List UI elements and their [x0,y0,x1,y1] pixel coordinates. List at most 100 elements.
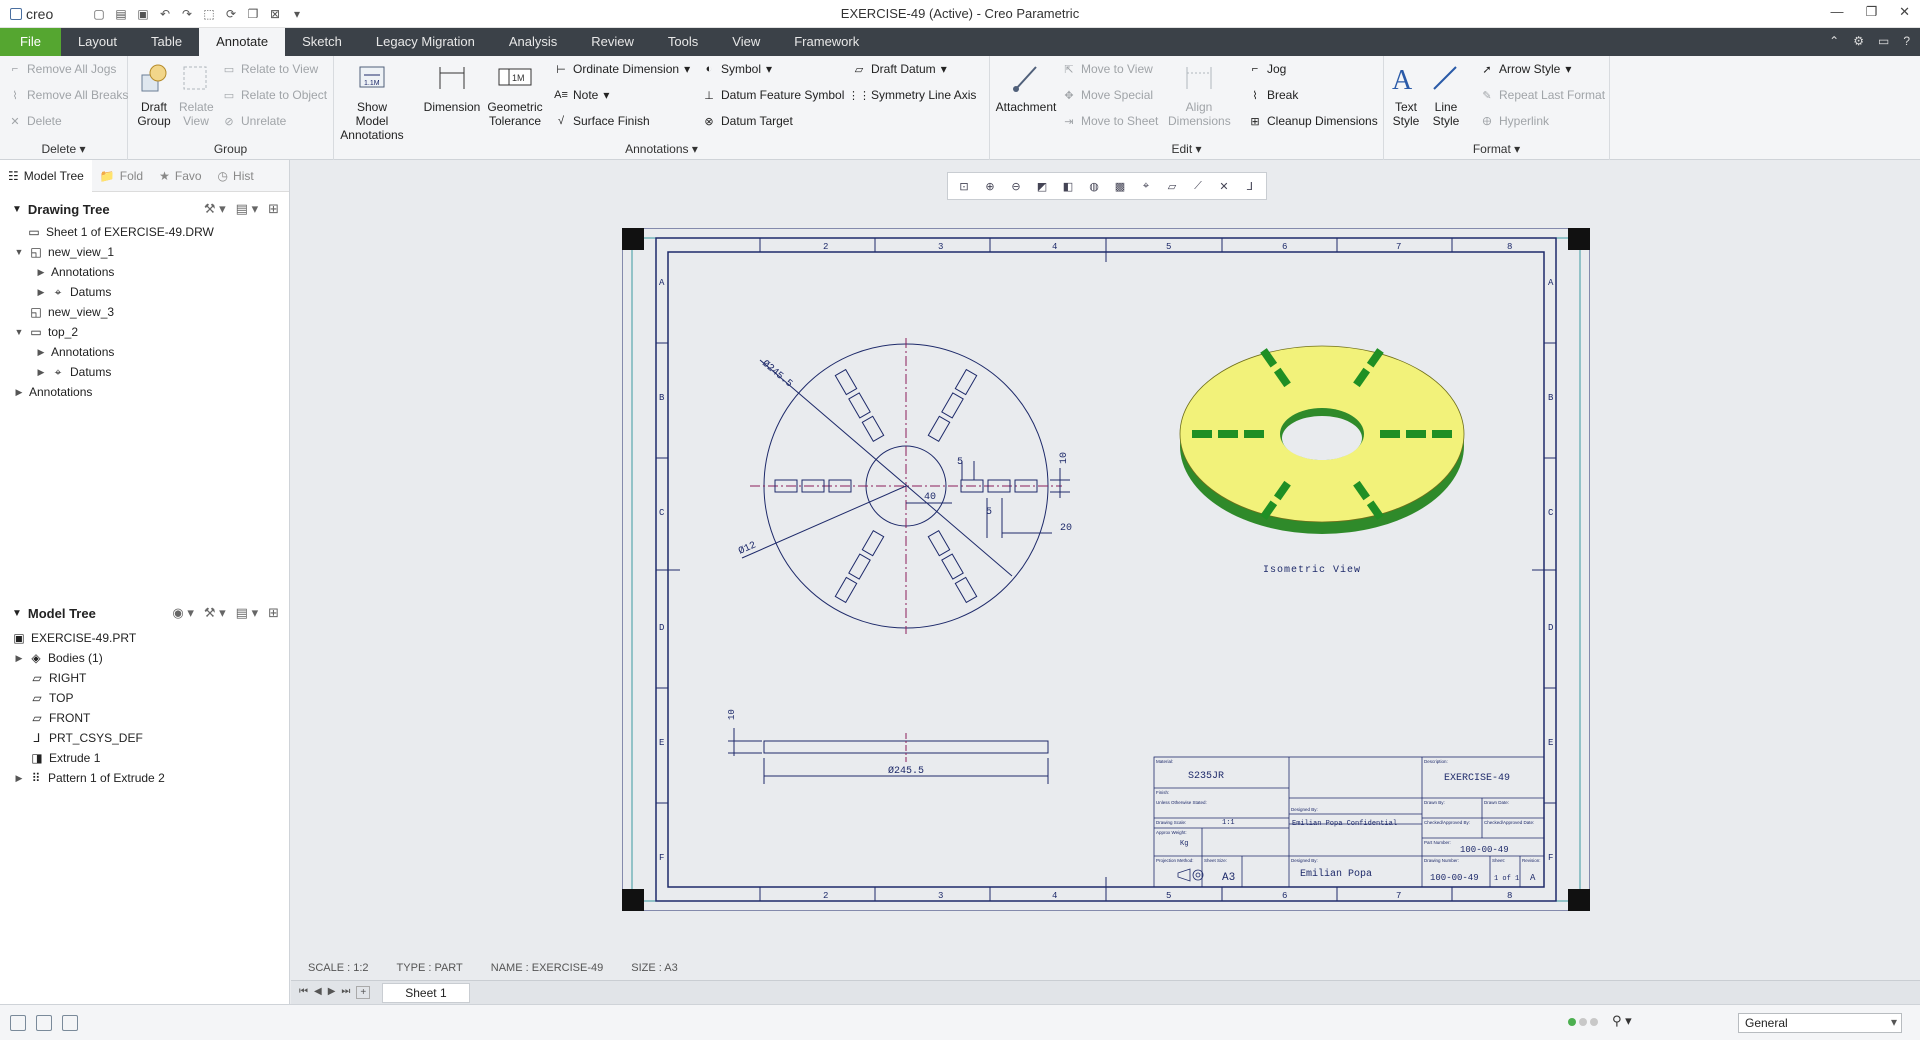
expand-icon[interactable]: ▶ [36,287,46,298]
symmetry-line-axis-button[interactable]: ⋮⋮ Symmetry Line Axis [848,88,976,102]
new-file-icon[interactable]: ▢ [90,5,108,23]
close-window-icon[interactable]: ⊠ [266,5,284,23]
expand-icon[interactable]: ▶ [14,387,24,398]
next-sheet-icon[interactable]: ▶ [328,986,336,999]
tab-model-tree[interactable]: ☷ Model Tree [0,159,92,192]
tab-favorites[interactable]: ★ Favo [151,160,209,192]
tree-item-annotations[interactable]: ▶ Annotations [0,262,289,282]
dim-side-diameter[interactable]: Ø245.5 [888,765,924,777]
tree-item-datums[interactable]: ▶ ⌖ Datums [0,362,289,382]
edit-group-label[interactable]: Edit ▾ [990,142,1383,156]
draft-datum-button[interactable]: ▱ Draft Datum ▾ [852,62,947,76]
selection-filter-dropdown[interactable]: General [1738,1013,1902,1033]
move-special-button[interactable]: ✥ Move Special [1062,88,1153,102]
tab-layout[interactable]: Layout [61,28,134,56]
surface-finish-button[interactable]: √ Surface Finish [554,114,650,128]
last-sheet-icon[interactable]: ⏭ [341,986,350,999]
dimension-button[interactable]: Dimension [424,60,480,114]
tree-item-sheet[interactable]: ▭ Sheet 1 of EXERCISE-49.DRW [0,222,289,242]
first-sheet-icon[interactable]: ⏮ [299,986,308,999]
text-style-button[interactable]: A Text Style [1388,60,1424,128]
format-group-label[interactable]: Format ▾ [1384,142,1609,156]
tree-settings-icon[interactable]: ⚒ ▾ [204,201,226,217]
tree-item-pattern[interactable]: ▶ ⠿ Pattern 1 of Extrude 2 [0,768,289,788]
restore-icon[interactable]: ❐ [1865,4,1877,20]
axis-display-icon[interactable]: ⟋ [1188,176,1208,196]
prev-sheet-icon[interactable]: ◀ [314,986,322,999]
settings-icon[interactable]: ⚙ [1853,34,1864,48]
collapse-ribbon-icon[interactable]: ⌃ [1829,34,1839,48]
dim-inner[interactable]: 40 [924,492,936,503]
csys-display-icon[interactable]: ⅃ [1240,176,1260,196]
break-button[interactable]: ⌇ Break [1248,88,1298,102]
tree-item-csys[interactable]: ⅃ PRT_CSYS_DEF [0,728,289,748]
point-display-icon[interactable]: ✕ [1214,176,1234,196]
tree-columns-icon[interactable]: ⊞ [268,605,279,621]
tree-item-view[interactable]: ▼ ▭ top_2 [0,322,289,342]
dim-slot-height[interactable]: 10 [1059,452,1070,464]
browser-toggle-icon[interactable] [36,1015,52,1031]
customize-qat-icon[interactable]: ▾ [288,5,306,23]
remove-all-breaks-button[interactable]: ⌇ Remove All Breaks [8,88,128,102]
regenerate-icon[interactable]: ⟳ [222,5,240,23]
tree-item-datum-plane[interactable]: ▱ TOP [0,688,289,708]
close-icon[interactable]: ✕ [1899,4,1910,20]
expand-icon[interactable]: ▶ [36,367,46,378]
tree-item-datums[interactable]: ▶ ⌖ Datums [0,282,289,302]
line-style-button[interactable]: Line Style [1428,60,1464,128]
datum-display-icon[interactable]: ⌖ [1136,176,1156,196]
datum-target-button[interactable]: ⊗ Datum Target [702,114,792,128]
tab-analysis[interactable]: Analysis [492,28,574,56]
tree-item-annotations[interactable]: ▶ Annotations [0,382,289,402]
tree-columns-icon[interactable]: ⊞ [268,201,279,217]
expand-icon[interactable]: ▶ [36,267,46,278]
relate-view-button[interactable]: Relate View [176,60,216,128]
symbol-button[interactable]: ◐ Symbol ▾ [702,62,772,76]
tab-view[interactable]: View [715,28,777,56]
redo-icon[interactable]: ↷ [178,5,196,23]
dim-thickness[interactable]: 10 [727,709,737,720]
navigator-toggle-icon[interactable] [10,1015,26,1031]
arrow-style-button[interactable]: ➚ Arrow Style ▾ [1480,62,1571,76]
tree-item-view[interactable]: ◱ new_view_3 [0,302,289,322]
repeat-last-format-button[interactable]: ✎ Repeat Last Format [1480,88,1605,102]
tree-item-datum-plane[interactable]: ▱ FRONT [0,708,289,728]
tab-annotate[interactable]: Annotate [199,28,286,56]
shaded-icon[interactable]: ▩ [1110,176,1130,196]
tab-folder-browser[interactable]: 📁 Fold [92,160,151,192]
save-icon[interactable]: ▣ [134,5,152,23]
tab-file[interactable]: File [0,28,61,56]
unrelate-button[interactable]: ⊘ Unrelate [222,114,286,128]
expand-icon[interactable]: ▶ [36,347,46,358]
tree-item-extrude[interactable]: ◨ Extrude 1 [0,748,289,768]
note-button[interactable]: A≡ Note ▾ [554,88,609,102]
tree-item-datum-plane[interactable]: ▱ RIGHT [0,668,289,688]
help-icon[interactable]: ? [1903,34,1910,48]
model-display-icon[interactable]: ◉ ▾ [172,605,193,621]
tree-item-annotations[interactable]: ▶ Annotations [0,342,289,362]
move-to-view-button[interactable]: ⇱ Move to View [1062,62,1152,76]
datum-feature-symbol-button[interactable]: ⊥ Datum Feature Symbol [702,88,844,102]
tree-item-view[interactable]: ▼ ◱ new_view_1 [0,242,289,262]
tab-tools[interactable]: Tools [651,28,715,56]
repaint-icon[interactable]: ◩ [1032,176,1052,196]
refit-icon[interactable]: ⊡ [954,176,974,196]
tab-review[interactable]: Review [574,28,651,56]
tab-sheet-1[interactable]: Sheet 1 [382,982,470,1003]
show-model-annotations-button[interactable]: 1.1M Show Model Annotations [340,60,404,142]
zoom-in-icon[interactable]: ⊕ [980,176,1000,196]
collapse-icon[interactable]: ▼ [14,247,24,257]
fullscreen-icon[interactable] [62,1015,78,1031]
undo-icon[interactable]: ↶ [156,5,174,23]
expand-icon[interactable]: ▶ [14,653,24,664]
tab-sketch[interactable]: Sketch [285,28,359,56]
expand-icon[interactable]: ▶ [14,773,24,784]
cleanup-dimensions-button[interactable]: ⊞ Cleanup Dimensions [1248,114,1377,128]
remove-all-jogs-button[interactable]: ⌐ Remove All Jogs [8,62,117,76]
attachment-button[interactable]: Attachment [992,60,1060,114]
jog-button[interactable]: ⌐ Jog [1248,62,1287,76]
drawing-tree-header[interactable]: ▼ Drawing Tree ⚒ ▾ ▤ ▾ ⊞ [0,196,289,222]
model-tree-header[interactable]: ▼ Model Tree ◉ ▾ ⚒ ▾ ▤ ▾ ⊞ [0,600,289,626]
dim-slot-gap[interactable]: 5 [986,507,992,518]
dim-slot-length[interactable]: 20 [1060,523,1072,534]
